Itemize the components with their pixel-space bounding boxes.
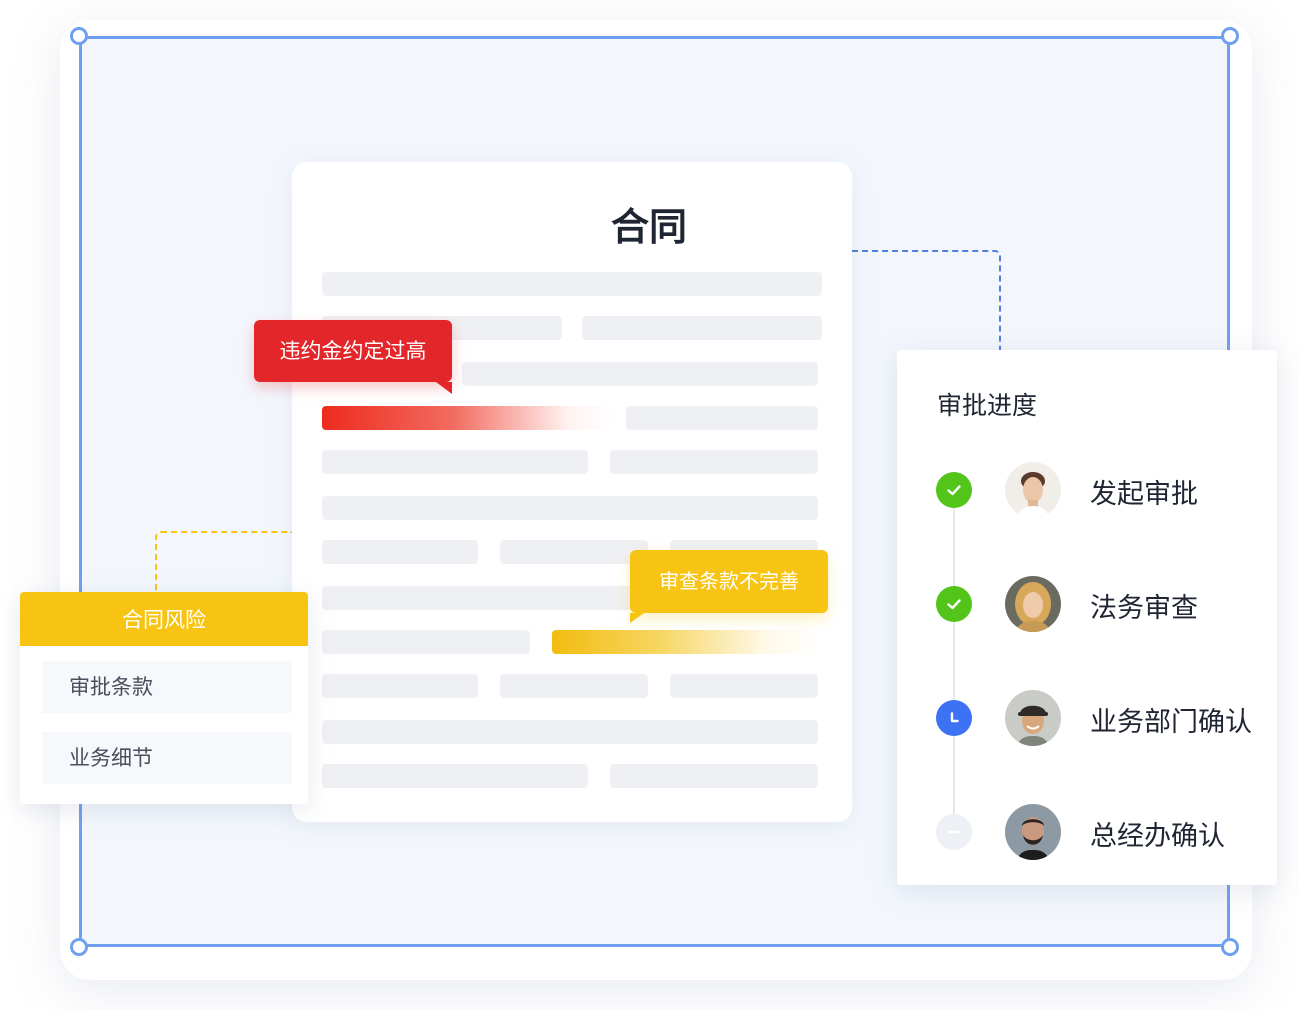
connector-approval [852,250,1001,350]
text-line-placeholder [322,450,588,474]
step-label: 法务审查 [1090,593,1198,624]
progress-timeline-line [953,490,955,830]
risk-tag-terms[interactable]: 审查条款不完善 [630,550,828,623]
avatar [1005,462,1061,518]
text-line-placeholder [322,496,818,520]
check-icon [936,586,972,622]
highlight-risk-terms[interactable] [552,630,818,654]
text-line-placeholder [500,540,648,564]
resize-handle-top-left[interactable] [70,27,88,45]
avatar [1005,804,1061,860]
text-line-placeholder [322,630,530,654]
text-line-placeholder [322,540,478,564]
resize-handle-bottom-left[interactable] [70,938,88,956]
text-line-placeholder [582,316,822,340]
approval-step[interactable]: 业务部门确认 [897,688,1277,748]
avatar [1005,576,1061,632]
text-line-placeholder [322,674,478,698]
text-line-placeholder [322,272,822,296]
minus-icon [936,814,972,850]
text-line-placeholder [610,764,818,788]
text-line-placeholder [322,586,632,610]
connector-risk [155,531,292,593]
avatar [1005,690,1061,746]
step-label: 业务部门确认 [1090,707,1252,738]
document-title: 合同 [610,205,687,249]
step-label: 发起审批 [1090,479,1198,510]
approval-progress-title: 审批进度 [937,391,1038,420]
risk-tag-penalty[interactable]: 违约金约定过高 [254,320,452,394]
text-line-placeholder [610,450,818,474]
resize-handle-bottom-right[interactable] [1221,938,1239,956]
resize-handle-top-right[interactable] [1221,27,1239,45]
contract-risk-panel: 合同风险 审批条款 业务细节 [20,592,308,804]
clock-icon [936,700,972,736]
text-line-placeholder [322,720,818,744]
highlight-risk-penalty[interactable] [322,406,612,430]
text-line-placeholder [626,406,818,430]
approval-step[interactable]: 发起审批 [897,460,1277,520]
risk-item-business-details[interactable]: 业务细节 [42,732,292,784]
text-line-placeholder [462,362,818,386]
text-line-placeholder [322,764,588,788]
risk-item-approval-terms[interactable]: 审批条款 [42,661,292,713]
step-label: 总经办确认 [1090,821,1225,852]
text-line-placeholder [500,674,648,698]
approval-progress-panel: 审批进度 发起审批 法务审查 业务部门确认 总经办确认 [897,350,1277,885]
risk-panel-title: 合同风险 [20,592,308,646]
approval-step[interactable]: 法务审查 [897,574,1277,634]
check-icon [936,472,972,508]
approval-step[interactable]: 总经办确认 [897,802,1277,862]
text-line-placeholder [670,674,818,698]
